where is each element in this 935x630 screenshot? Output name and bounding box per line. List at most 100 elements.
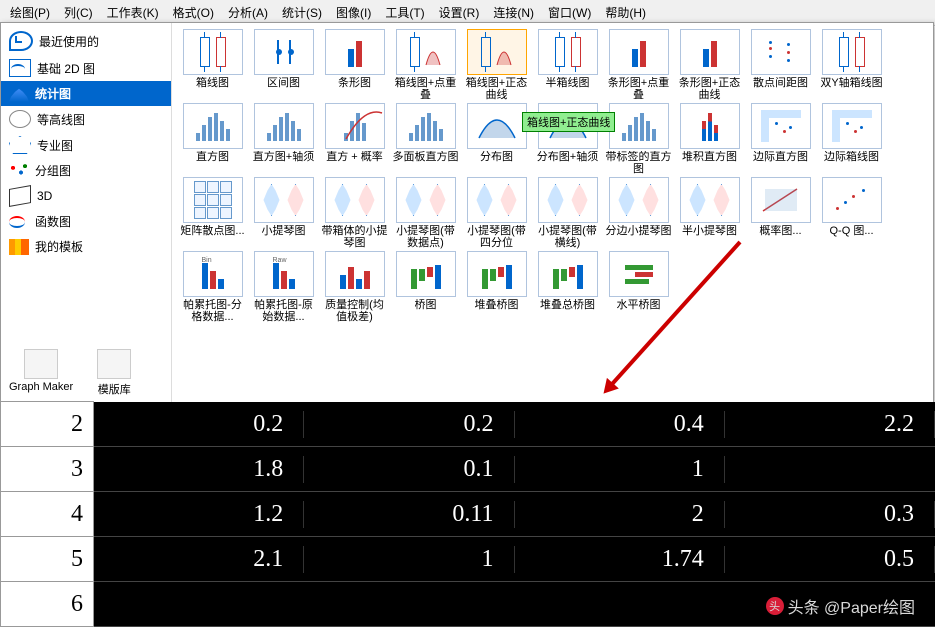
menu-item[interactable]: 图像(I) [330,2,377,23]
category-pro[interactable]: 专业图 [1,132,171,158]
chart-type-qc[interactable]: 质量控制(均值极差) [320,251,389,323]
menu-item[interactable]: 分析(A) [222,2,274,23]
menu-item[interactable]: 连接(N) [487,2,540,23]
chart-thumb-icon [396,251,456,297]
chart-thumb-icon [183,29,243,75]
menu-item[interactable]: 列(C) [58,2,99,23]
chart-type-bar[interactable]: 条形图 [320,29,389,101]
chart-label: 质量控制(均值极差) [320,299,389,323]
chart-type-histstk[interactable]: 堆积直方图 [675,103,744,175]
menu-item[interactable]: 绘图(P) [4,2,56,23]
table-cell[interactable]: 2.1 [94,546,304,573]
chart-thumb-icon [183,177,243,223]
chart-type-pareto2[interactable]: Raw帕累托图-原始数据... [249,251,318,323]
category-grp[interactable]: 分组图 [1,158,171,183]
chart-type-histmarg[interactable]: 边际直方图 [746,103,815,175]
row-header[interactable]: 2 [0,401,94,447]
row-header[interactable]: 3 [0,446,94,492]
chart-thumb-icon [538,177,598,223]
chart-type-bridgestk[interactable]: 堆叠桥图 [462,251,531,323]
tool-label: 模版库 [98,381,131,397]
category-cont[interactable]: 等高线图 [1,106,171,132]
chart-type-pareto1[interactable]: Bin帕累托图-分格数据... [178,251,247,323]
menu-item[interactable]: 工具(T) [379,2,430,23]
chart-type-barnorm[interactable]: 条形图+正态曲线 [675,29,744,101]
chart-type-violinsplit[interactable]: 分边小提琴图 [604,177,673,249]
chart-thumb-icon [325,177,385,223]
tool-Graph Maker[interactable]: Graph Maker [9,349,73,397]
chart-type-violinhalf[interactable]: 半小提琴图 [675,177,744,249]
chart-type-histrug[interactable]: 直方图+轴须 [249,103,318,175]
row-header[interactable]: 6 [0,581,94,627]
tool-label: Graph Maker [9,381,73,393]
chart-type-box[interactable]: 箱线图 [178,29,247,101]
table-cell[interactable]: 0.5 [725,546,935,573]
table-row: 20.20.20.42.2 [0,402,935,447]
chart-thumb-icon [680,177,740,223]
chart-type-bardot[interactable]: 条形图+点重叠 [604,29,673,101]
table-cell[interactable]: 0.3 [725,501,935,528]
chart-type-violinq[interactable]: 小提琴图(带四分位 [462,177,531,249]
chart-type-bridgeh[interactable]: 水平桥图 [604,251,673,323]
chart-type-violin[interactable]: 小提琴图 [249,177,318,249]
chart-type-violinbox[interactable]: 带箱体的小提琴图 [320,177,389,249]
chart-type-qq[interactable]: Q-Q 图... [817,177,886,249]
chart-type-boxnorm[interactable]: 箱线图+正态曲线 [462,29,531,101]
table-cell[interactable]: 1 [515,456,725,483]
chart-type-violinmed[interactable]: 小提琴图(带横线) [533,177,602,249]
chart-gallery: 箱线图区间图条形图箱线图+点重叠箱线图+正态曲线半箱线图条形图+点重叠条形图+正… [172,23,933,403]
chart-type-bridgetot[interactable]: 堆叠总桥图 [533,251,602,323]
menu-item[interactable]: 格式(O) [167,2,220,23]
chart-label: 帕累托图-分格数据... [178,299,247,323]
chart-type-scatspace[interactable]: 散点间距图 [746,29,815,101]
menu-item[interactable]: 统计(S) [276,2,328,23]
chart-type-matscat[interactable]: 矩阵散点图... [178,177,247,249]
chart-label: 直方图+轴须 [253,151,314,175]
table-cell[interactable]: 0.1 [304,456,514,483]
menu-item[interactable]: 窗口(W) [542,2,597,23]
menu-item[interactable]: 工作表(K) [101,2,165,23]
table-cell[interactable]: 1 [304,546,514,573]
category-fn[interactable]: 函数图 [1,209,171,234]
table-cell[interactable]: 0.2 [304,411,514,438]
tool-模版库[interactable]: 模版库 [97,349,131,397]
category-2d[interactable]: 基础 2D 图 [1,55,171,81]
table-cell[interactable]: 2 [515,501,725,528]
chart-type-prob[interactable]: 概率图... [746,177,815,249]
chart-type-boxmarg[interactable]: 边际箱线图 [817,103,886,175]
category-recent[interactable]: 最近使用的 [1,27,171,55]
row-header[interactable]: 5 [0,536,94,582]
table-row: 31.80.11 [0,447,935,492]
chart-type-boxdot[interactable]: 箱线图+点重叠 [391,29,460,101]
table-cell[interactable]: 2.2 [725,411,935,438]
3d-icon [9,185,31,207]
chart-type-violindot[interactable]: 小提琴图(带数据点) [391,177,460,249]
chart-label: 半小提琴图 [682,225,737,249]
table-cell[interactable]: 1.8 [94,456,304,483]
category-tpl[interactable]: 我的模板 [1,234,171,259]
category-3d[interactable]: 3D [1,183,171,209]
chart-type-bridge[interactable]: 桥图 [391,251,460,323]
chart-type-halfbox[interactable]: 半箱线图 [533,29,602,101]
cont-icon [9,110,31,128]
table-cell[interactable]: 1.2 [94,501,304,528]
chart-type-hist[interactable]: 直方图 [178,103,247,175]
table-cell[interactable]: 0.11 [304,501,514,528]
chart-type-histprob[interactable]: 直方 + 概率 [320,103,389,175]
menu-item[interactable]: 设置(R) [433,2,486,23]
chart-thumb-icon [538,29,598,75]
chart-type-histpanel[interactable]: 多面板直方图 [391,103,460,175]
row-header[interactable]: 4 [0,491,94,537]
table-cell[interactable]: 0.4 [515,411,725,438]
chart-thumb-icon [467,29,527,75]
chart-type-box2y[interactable]: 双Y轴箱线图 [817,29,886,101]
chart-type-dist[interactable]: 分布图 [462,103,531,175]
table-cell[interactable]: 0.2 [94,411,304,438]
watermark-text: 头条 @Paper绘图 [788,594,915,618]
chart-type-interval[interactable]: 区间图 [249,29,318,101]
category-stat[interactable]: 统计图 [1,81,171,106]
table-cell[interactable]: 1.74 [515,546,725,573]
menu-item[interactable]: 帮助(H) [599,2,652,23]
chart-label: 矩阵散点图... [180,225,244,249]
chart-thumb-icon [538,251,598,297]
